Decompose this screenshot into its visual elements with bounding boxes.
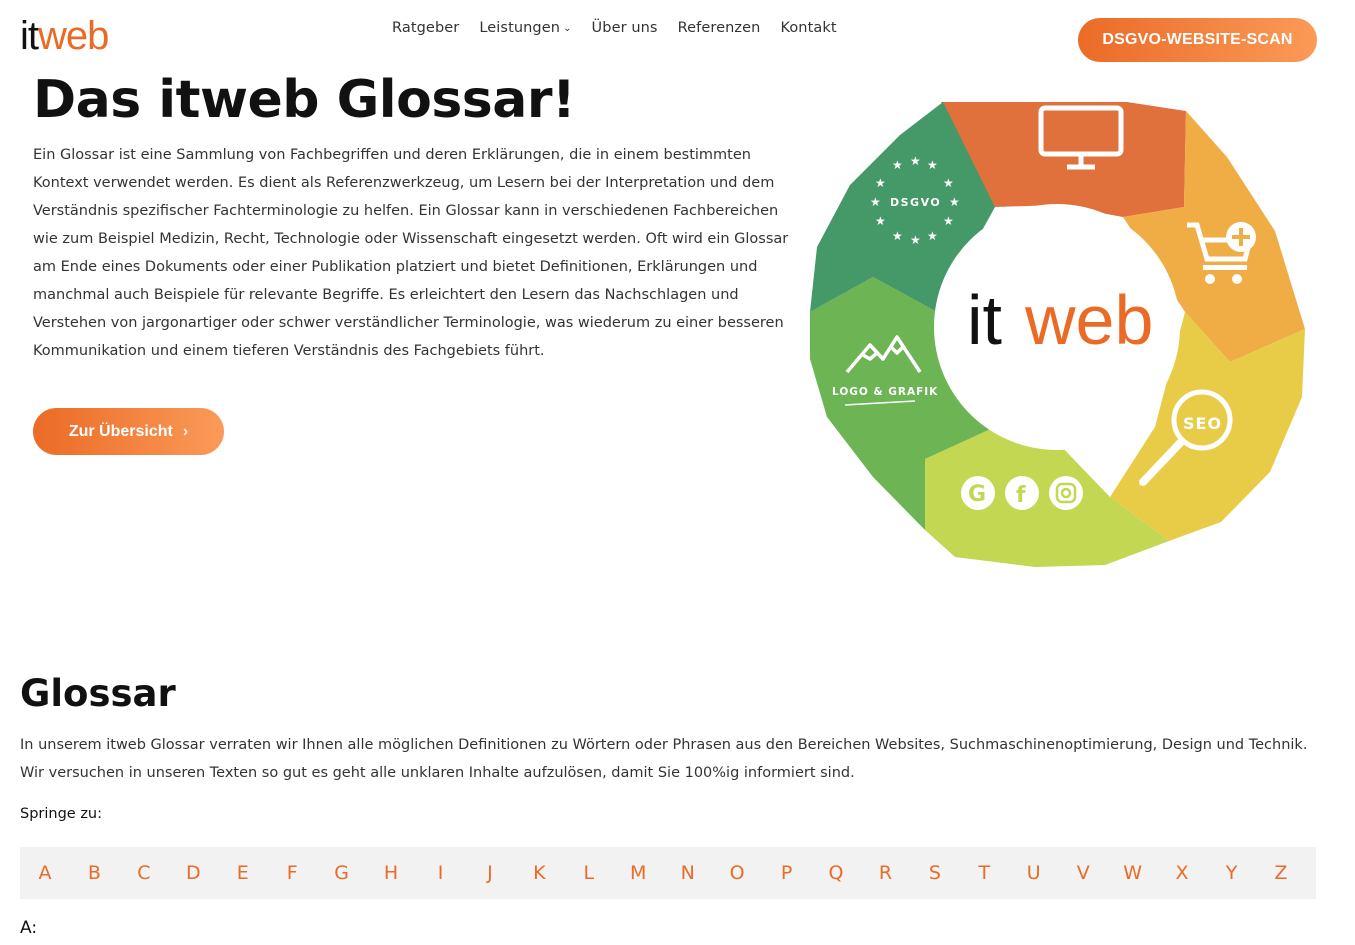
alphabet-link-g[interactable]: G (329, 862, 355, 884)
logo-web: web (38, 14, 109, 58)
svg-text:★: ★ (949, 195, 960, 209)
alphabet-link-r[interactable]: R (872, 862, 898, 884)
alphabet-link-x[interactable]: X (1169, 862, 1195, 884)
alphabet-link-w[interactable]: W (1120, 862, 1146, 884)
alphabet-link-d[interactable]: D (180, 862, 206, 884)
overview-button[interactable]: Zur Übersicht › (33, 408, 224, 455)
glossar-description: In unserem itweb Glossar verraten wir Ih… (20, 737, 1308, 781)
wheel-logo-it: it (967, 281, 1002, 359)
google-icon: G (961, 476, 995, 510)
svg-text:★: ★ (927, 229, 938, 243)
svg-text:★: ★ (910, 154, 921, 168)
alphabet-link-o[interactable]: O (724, 862, 750, 884)
services-wheel: it web SEO G f ★ ★ ★ ★ ★ ★ ★ ★ ★ ★ ★ ★ D… (810, 102, 1305, 567)
dsgvo-label: DSGVO (890, 196, 941, 209)
main-nav: Ratgeber Leistungen ⌄ Über uns Referenzen… (392, 20, 837, 36)
alphabet-link-k[interactable]: K (526, 862, 552, 884)
svg-text:★: ★ (943, 214, 954, 228)
alphabet-link-t[interactable]: T (971, 862, 997, 884)
alphabet-link-b[interactable]: B (81, 862, 107, 884)
nav-ratgeber[interactable]: Ratgeber (392, 20, 459, 36)
svg-text:★: ★ (875, 214, 886, 228)
svg-text:★: ★ (875, 176, 886, 190)
svg-text:★: ★ (870, 195, 881, 209)
nav-leistungen[interactable]: Leistungen ⌄ (479, 20, 571, 36)
svg-text:★: ★ (910, 233, 921, 247)
section-heading-a: A: (20, 918, 38, 938)
hero-description: Ein Glossar ist eine Sammlung von Fachbe… (33, 147, 789, 359)
svg-text:★: ★ (927, 158, 938, 172)
logo-grafik-label: LOGO & GRAFIK (832, 386, 938, 398)
page-title: Das itweb Glossar! (33, 70, 576, 130)
alphabet-nav: A B C D E F G H I J K L M N O P Q R S T U V W X Y Z (20, 847, 1316, 899)
facebook-icon: f (1005, 476, 1039, 510)
alphabet-link-u[interactable]: U (1021, 862, 1047, 884)
dsgvo-scan-button[interactable]: DSGVO-WEBSITE-SCAN (1078, 18, 1317, 62)
nav-leistungen-label: Leistungen (479, 20, 561, 36)
itweb-logo[interactable]: itweb (20, 14, 109, 58)
alphabet-link-v[interactable]: V (1070, 862, 1096, 884)
instagram-icon (1049, 476, 1083, 510)
overview-button-label: Zur Übersicht (68, 422, 173, 440)
alphabet-link-s[interactable]: S (922, 862, 948, 884)
alphabet-link-q[interactable]: Q (823, 862, 849, 884)
alphabet-link-j[interactable]: J (477, 862, 503, 884)
svg-text:★: ★ (943, 176, 954, 190)
alphabet-link-z[interactable]: Z (1268, 862, 1294, 884)
svg-text:f: f (1016, 483, 1026, 508)
seo-label: SEO (1183, 414, 1222, 433)
alphabet-link-l[interactable]: L (576, 862, 602, 884)
social-icons: G f (961, 476, 1083, 510)
chevron-down-icon: ⌄ (563, 22, 572, 34)
alphabet-link-h[interactable]: H (378, 862, 404, 884)
alphabet-link-n[interactable]: N (675, 862, 701, 884)
alphabet-link-c[interactable]: C (131, 862, 157, 884)
wheel-logo-web: web (1024, 281, 1153, 359)
nav-ueber-uns[interactable]: Über uns (592, 20, 658, 36)
svg-text:G: G (968, 482, 986, 507)
svg-text:★: ★ (892, 158, 903, 172)
alphabet-link-p[interactable]: P (774, 862, 800, 884)
nav-referenzen[interactable]: Referenzen (678, 20, 761, 36)
alphabet-link-e[interactable]: E (230, 862, 256, 884)
jump-to-label: Springe zu: (20, 806, 103, 822)
svg-text:★: ★ (892, 229, 903, 243)
alphabet-link-f[interactable]: F (279, 862, 305, 884)
logo-it: it (20, 14, 39, 58)
alphabet-link-a[interactable]: A (32, 862, 58, 884)
nav-kontakt[interactable]: Kontakt (780, 20, 836, 36)
alphabet-link-y[interactable]: Y (1219, 862, 1245, 884)
alphabet-link-m[interactable]: M (625, 862, 651, 884)
glossar-title: Glossar (20, 672, 176, 715)
alphabet-link-i[interactable]: I (428, 862, 454, 884)
chevron-right-icon: › (182, 422, 189, 440)
